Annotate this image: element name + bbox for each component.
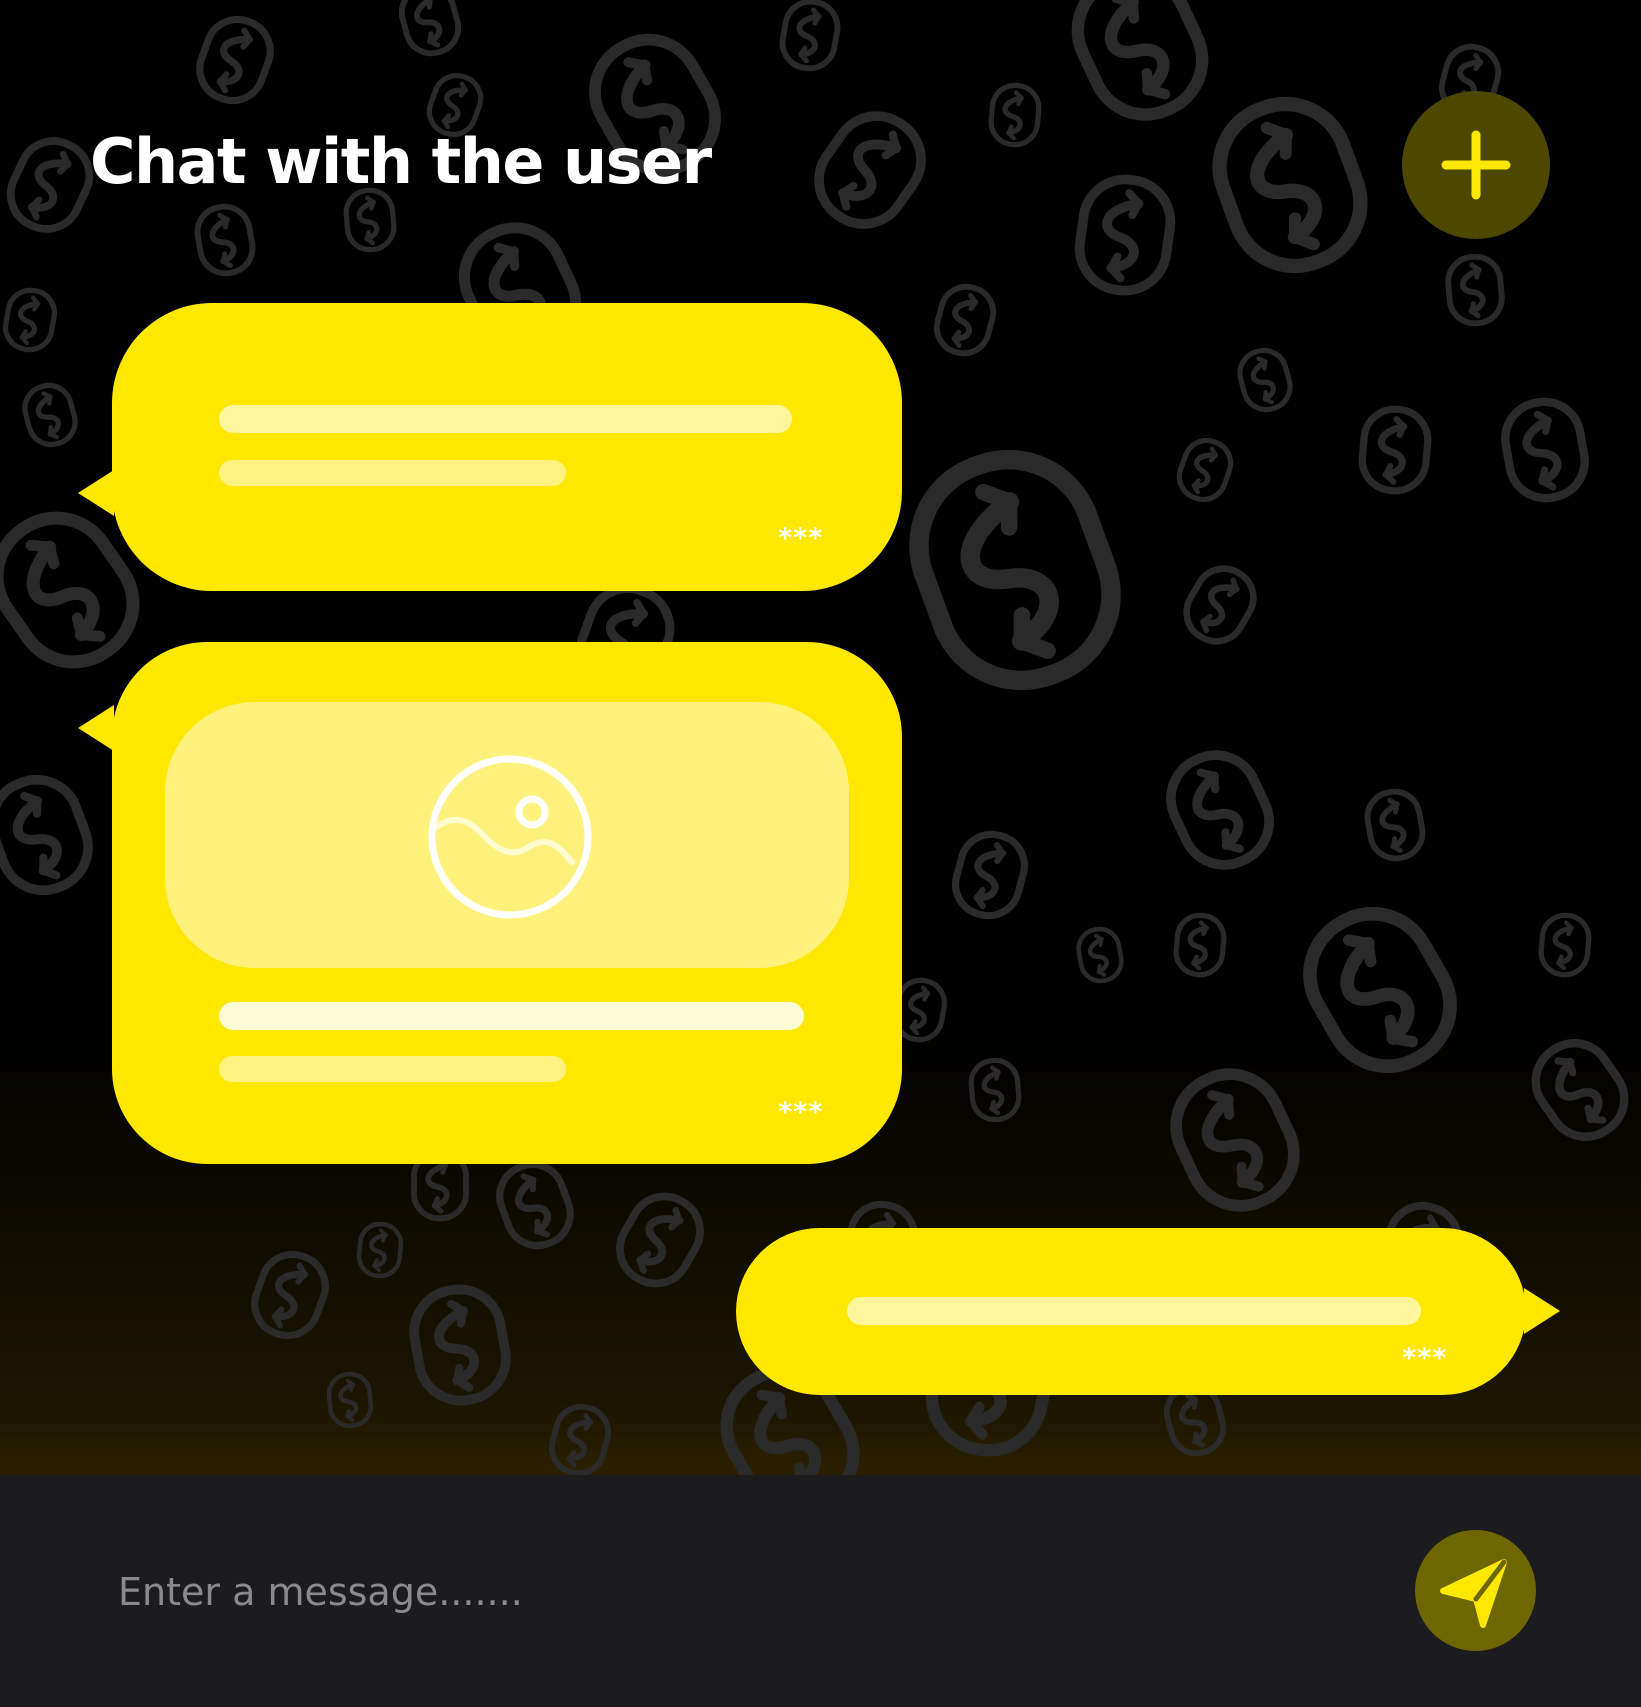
message-meta: *** [778, 1097, 824, 1128]
message-meta: *** [778, 523, 824, 554]
send-button[interactable] [1415, 1530, 1536, 1651]
message-text-line [219, 405, 792, 433]
message-text-line [219, 1056, 566, 1082]
add-button[interactable] [1402, 91, 1550, 239]
message-bubble-outgoing[interactable]: *** [736, 1228, 1560, 1395]
bubble-tail [78, 705, 114, 751]
bubble-tail [78, 470, 114, 516]
image-attachment[interactable] [165, 702, 849, 968]
message-text-line [219, 460, 566, 486]
page-title: Chat with the user [90, 125, 712, 198]
message-bubble-incoming[interactable]: *** [78, 303, 902, 591]
message-text-line [847, 1297, 1421, 1325]
bubble-tail [1524, 1288, 1560, 1334]
message-input[interactable] [118, 1547, 1318, 1637]
message-text-line [219, 1002, 804, 1030]
send-icon [1440, 1559, 1507, 1628]
message-meta: *** [1402, 1343, 1448, 1374]
image-icon [428, 755, 592, 919]
plus-icon [1441, 130, 1511, 200]
chat-screen: Chat with the user *** *** *** [0, 0, 1641, 1707]
message-composer [0, 1475, 1641, 1707]
message-bubble-incoming-image[interactable]: *** [78, 642, 902, 1164]
